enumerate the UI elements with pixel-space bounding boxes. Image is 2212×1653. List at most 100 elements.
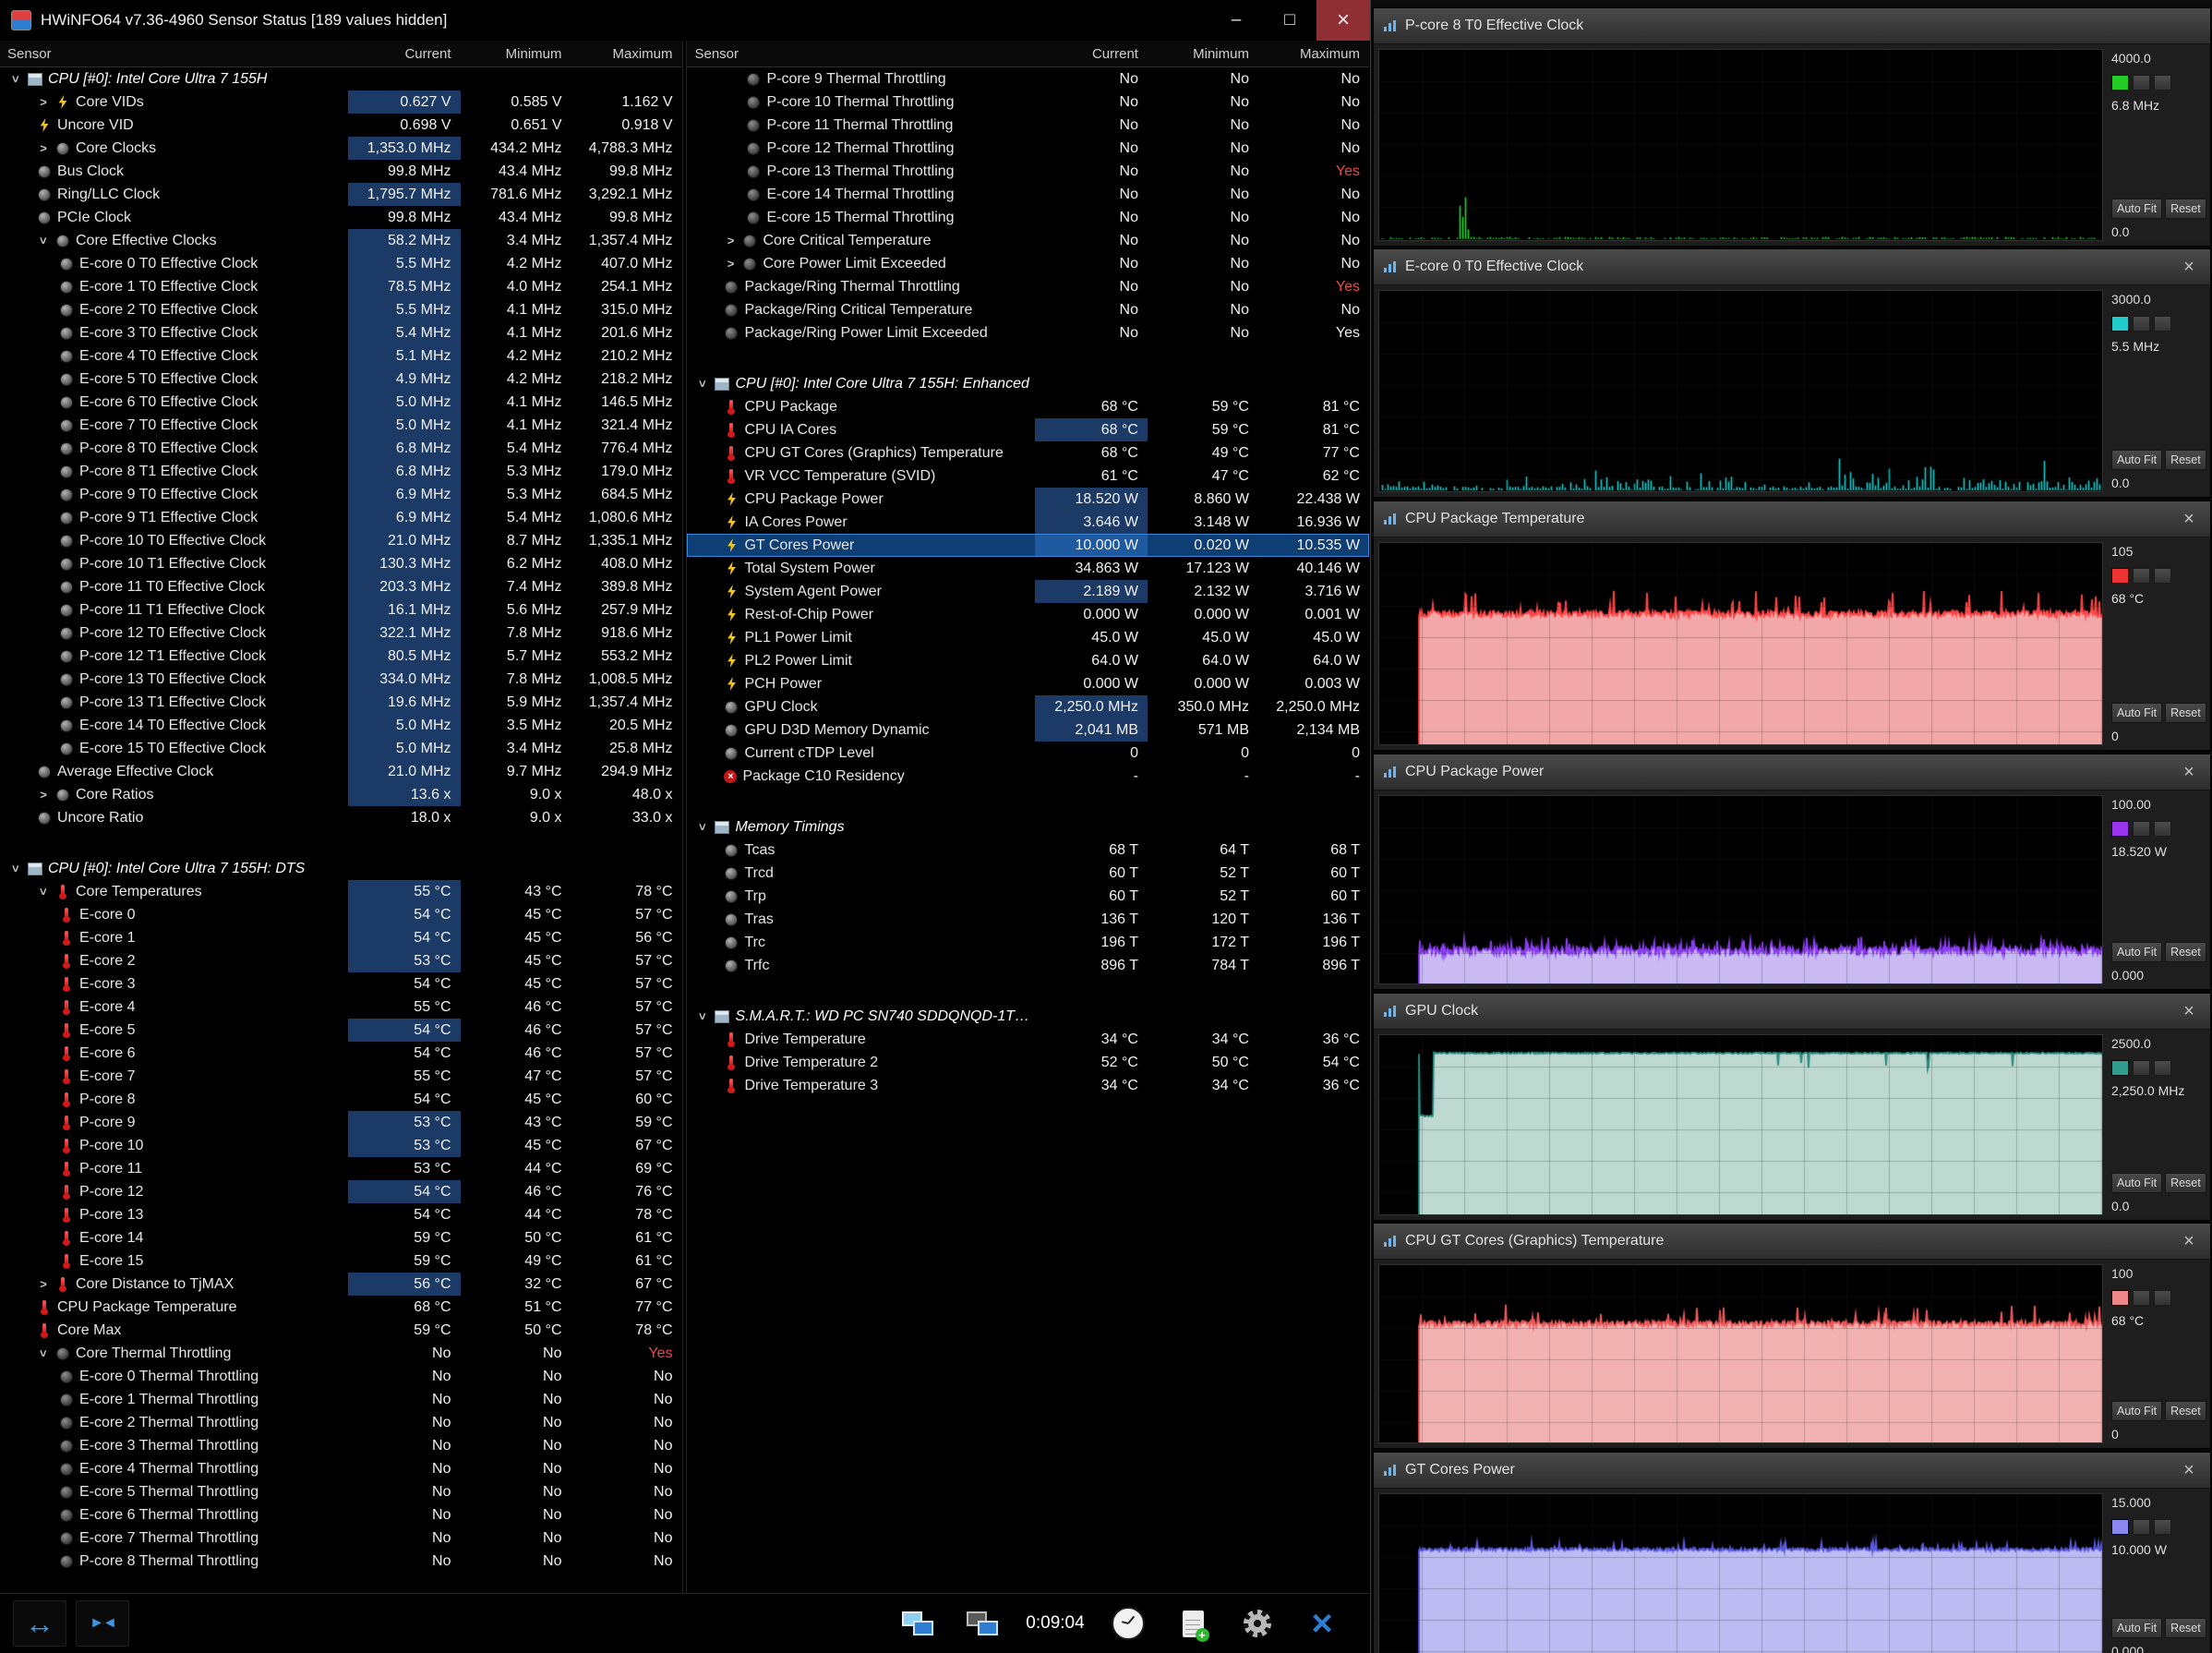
monitoring-screens-button[interactable] bbox=[891, 1600, 944, 1647]
expand-chevron-icon[interactable]: > bbox=[37, 141, 50, 155]
series-color-swatch[interactable] bbox=[2111, 821, 2129, 837]
sensor-row[interactable]: Rest-of-Chip Power 0.000 W 0.000 W 0.001 W bbox=[687, 603, 1369, 626]
graph-titlebar[interactable]: CPU Package Temperature × bbox=[1374, 501, 2210, 537]
sensor-row[interactable]: Trc 196 T 172 T 196 T bbox=[687, 931, 1369, 954]
column-header-current[interactable]: Current bbox=[348, 46, 461, 62]
clock-button[interactable] bbox=[1101, 1600, 1155, 1647]
sensor-row[interactable]: E-core 14 T0 Effective Clock 5.0 MHz 3.5 M… bbox=[0, 714, 682, 737]
reset-button[interactable]: Reset bbox=[2165, 703, 2206, 723]
reset-button[interactable]: Reset bbox=[2165, 450, 2206, 470]
reset-button[interactable]: Reset bbox=[2165, 1401, 2206, 1421]
sensor-row[interactable]: > Core Critical Temperature No No No bbox=[687, 229, 1369, 252]
series-color-swatch[interactable] bbox=[2111, 1060, 2129, 1076]
sensor-row[interactable]: E-core 2 Thermal Throttling No No No bbox=[0, 1411, 682, 1434]
sensor-row[interactable]: E-core 14 59 °C 50 °C 61 °C bbox=[0, 1226, 682, 1249]
sensor-row[interactable]: Uncore Ratio 18.0 x 9.0 x 33.0 x bbox=[0, 806, 682, 829]
series-color-swatch[interactable] bbox=[2111, 1290, 2129, 1306]
sensor-row[interactable]: Trfc 896 T 784 T 896 T bbox=[687, 954, 1369, 977]
sensor-row[interactable]: > Core Effective Clocks 58.2 MHz 3.4 MHz 1,3… bbox=[0, 229, 682, 252]
auto-fit-button[interactable]: Auto Fit bbox=[2111, 450, 2163, 470]
sensor-row[interactable]: CPU GT Cores (Graphics) Temperature 68 °C… bbox=[687, 441, 1369, 465]
expand-chevron-icon[interactable]: > bbox=[37, 1277, 50, 1291]
sensor-row[interactable]: P-core 11 T1 Effective Clock 16.1 MHz 5.6 … bbox=[0, 598, 682, 621]
graph-titlebar[interactable]: CPU Package Power × bbox=[1374, 754, 2210, 790]
expand-columns-button[interactable]: ↔ bbox=[13, 1600, 66, 1647]
column-header-sensor[interactable]: Sensor bbox=[0, 46, 348, 62]
sensor-row[interactable]: E-core 3 T0 Effective Clock 5.4 MHz 4.1 MH… bbox=[0, 321, 682, 344]
collapse-chevron-icon[interactable]: > bbox=[696, 1010, 710, 1023]
graph-close-icon[interactable]: × bbox=[2177, 1231, 2201, 1252]
series-color-swatch[interactable] bbox=[2111, 568, 2129, 584]
sensor-row[interactable]: P-core 13 T0 Effective Clock 334.0 MHz 7.8… bbox=[0, 668, 682, 691]
sensor-row[interactable]: PL1 Power Limit 45.0 W 45.0 W 45.0 W bbox=[687, 626, 1369, 649]
sensor-row[interactable]: CPU IA Cores 68 °C 59 °C 81 °C bbox=[687, 418, 1369, 441]
sensor-row[interactable]: Drive Temperature 2 52 °C 50 °C 54 °C bbox=[687, 1051, 1369, 1074]
sensor-row[interactable]: GPU D3D Memory Dynamic 2,041 MB 571 MB 2,13… bbox=[687, 718, 1369, 742]
graph-titlebar[interactable]: CPU GT Cores (Graphics) Temperature × bbox=[1374, 1224, 2210, 1260]
auto-fit-button[interactable]: Auto Fit bbox=[2111, 1401, 2163, 1421]
series-color-swatch[interactable] bbox=[2111, 75, 2129, 90]
column-header-minimum[interactable]: Minimum bbox=[1148, 46, 1258, 62]
expand-chevron-icon[interactable]: > bbox=[724, 234, 737, 247]
auto-fit-button[interactable]: Auto Fit bbox=[2111, 1618, 2163, 1638]
reset-button[interactable]: Reset bbox=[2165, 1173, 2206, 1193]
sensor-row[interactable]: CPU Package Temperature 68 °C 51 °C 77 °C bbox=[0, 1296, 682, 1319]
sensor-row[interactable]: > Core Thermal Throttling No No Yes bbox=[0, 1342, 682, 1365]
sensor-row[interactable]: P-core 8 T0 Effective Clock 6.8 MHz 5.4 MH… bbox=[0, 437, 682, 460]
sensor-row[interactable]: Bus Clock 99.8 MHz 43.4 MHz 99.8 MHz bbox=[0, 160, 682, 183]
sensor-row[interactable]: Drive Temperature 34 °C 34 °C 36 °C bbox=[687, 1028, 1369, 1051]
minimize-button[interactable]: – bbox=[1209, 0, 1263, 41]
sensor-row[interactable]: > Core VIDs 0.627 V 0.585 V 1.162 V bbox=[0, 90, 682, 114]
collapse-chevron-icon[interactable]: > bbox=[696, 378, 710, 391]
sensor-row[interactable]: > Core Ratios 13.6 x 9.0 x 48.0 x bbox=[0, 783, 682, 806]
graph-close-icon[interactable]: × bbox=[2177, 1460, 2201, 1481]
sensor-row[interactable]: IA Cores Power 3.646 W 3.148 W 16.936 W bbox=[687, 511, 1369, 534]
collapse-chevron-icon[interactable]: > bbox=[9, 73, 23, 86]
sensor-row[interactable]: E-core 2 T0 Effective Clock 5.5 MHz 4.1 MH… bbox=[0, 298, 682, 321]
graph-close-icon[interactable]: × bbox=[2177, 509, 2201, 530]
collapse-columns-button[interactable]: ►◄ bbox=[76, 1600, 129, 1647]
sensor-group-header[interactable]: > S.M.A.R.T.: WD PC SN740 SDDQNQD-1T00... bbox=[687, 1005, 1369, 1028]
sensor-row[interactable]: P-core 12 T1 Effective Clock 80.5 MHz 5.7 … bbox=[0, 645, 682, 668]
sensor-row[interactable]: P-core 10 T1 Effective Clock 130.3 MHz 6.2… bbox=[0, 552, 682, 575]
reset-button[interactable]: Reset bbox=[2165, 1618, 2206, 1638]
sensor-row[interactable]: E-core 6 Thermal Throttling No No No bbox=[0, 1503, 682, 1526]
sensor-row[interactable]: E-core 15 59 °C 49 °C 61 °C bbox=[0, 1249, 682, 1273]
auto-fit-button[interactable]: Auto Fit bbox=[2111, 942, 2163, 962]
graph-option-button[interactable] bbox=[2154, 1060, 2171, 1076]
column-header-minimum[interactable]: Minimum bbox=[461, 46, 571, 62]
sensor-row[interactable]: E-core 15 T0 Effective Clock 5.0 MHz 3.4 M… bbox=[0, 737, 682, 760]
sensor-row[interactable]: E-core 0 T0 Effective Clock 5.5 MHz 4.2 MH… bbox=[0, 252, 682, 275]
reset-button[interactable]: Reset bbox=[2165, 942, 2206, 962]
auto-fit-button[interactable]: Auto Fit bbox=[2111, 199, 2163, 219]
graph-close-icon[interactable]: × bbox=[2177, 762, 2201, 783]
sensor-row[interactable]: P-core 10 53 °C 45 °C 67 °C bbox=[0, 1134, 682, 1157]
sensor-group-header[interactable]: > CPU [#0]: Intel Core Ultra 7 155H bbox=[0, 67, 682, 90]
sensor-row[interactable]: E-core 6 54 °C 46 °C 57 °C bbox=[0, 1042, 682, 1065]
sensor-row[interactable]: E-core 6 T0 Effective Clock 5.0 MHz 4.1 MH… bbox=[0, 391, 682, 414]
sensor-row[interactable]: Trp 60 T 52 T 60 T bbox=[687, 885, 1369, 908]
sensor-row[interactable]: E-core 14 Thermal Throttling No No No bbox=[687, 183, 1369, 206]
sensor-row[interactable]: P-core 11 Thermal Throttling No No No bbox=[687, 114, 1369, 137]
sensor-row[interactable]: E-core 2 53 °C 45 °C 57 °C bbox=[0, 949, 682, 972]
exit-button[interactable]: × bbox=[1295, 1600, 1349, 1647]
sensor-row[interactable]: E-core 5 54 °C 46 °C 57 °C bbox=[0, 1019, 682, 1042]
graph-option-button[interactable] bbox=[2154, 568, 2171, 584]
sensor-row[interactable]: P-core 9 T1 Effective Clock 6.9 MHz 5.4 MH… bbox=[0, 506, 682, 529]
sensor-row[interactable]: P-core 9 T0 Effective Clock 6.9 MHz 5.3 MH… bbox=[0, 483, 682, 506]
sensor-row[interactable]: P-core 12 54 °C 46 °C 76 °C bbox=[0, 1180, 682, 1203]
sensor-row[interactable]: Total System Power 34.863 W 17.123 W 40.146… bbox=[687, 557, 1369, 580]
graph-option-button[interactable] bbox=[2133, 1060, 2150, 1076]
graph-option-button[interactable] bbox=[2133, 75, 2150, 90]
sensor-row[interactable]: System Agent Power 2.189 W 2.132 W 3.716 W bbox=[687, 580, 1369, 603]
auto-fit-button[interactable]: Auto Fit bbox=[2111, 1173, 2163, 1193]
sensor-group-header[interactable]: > Memory Timings bbox=[687, 815, 1369, 839]
remote-screens-button[interactable] bbox=[956, 1600, 1009, 1647]
sensor-row[interactable]: E-core 4 55 °C 46 °C 57 °C bbox=[0, 995, 682, 1019]
column-header-sensor[interactable]: Sensor bbox=[687, 46, 1035, 62]
sensor-row[interactable]: E-core 1 54 °C 45 °C 56 °C bbox=[0, 926, 682, 949]
sensor-row[interactable]: Ring/LLC Clock 1,795.7 MHz 781.6 MHz 3,292.… bbox=[0, 183, 682, 206]
sensor-row[interactable]: P-core 11 53 °C 44 °C 69 °C bbox=[0, 1157, 682, 1180]
reset-button[interactable]: Reset bbox=[2165, 199, 2206, 219]
sensor-row[interactable]: E-core 3 54 °C 45 °C 57 °C bbox=[0, 972, 682, 995]
